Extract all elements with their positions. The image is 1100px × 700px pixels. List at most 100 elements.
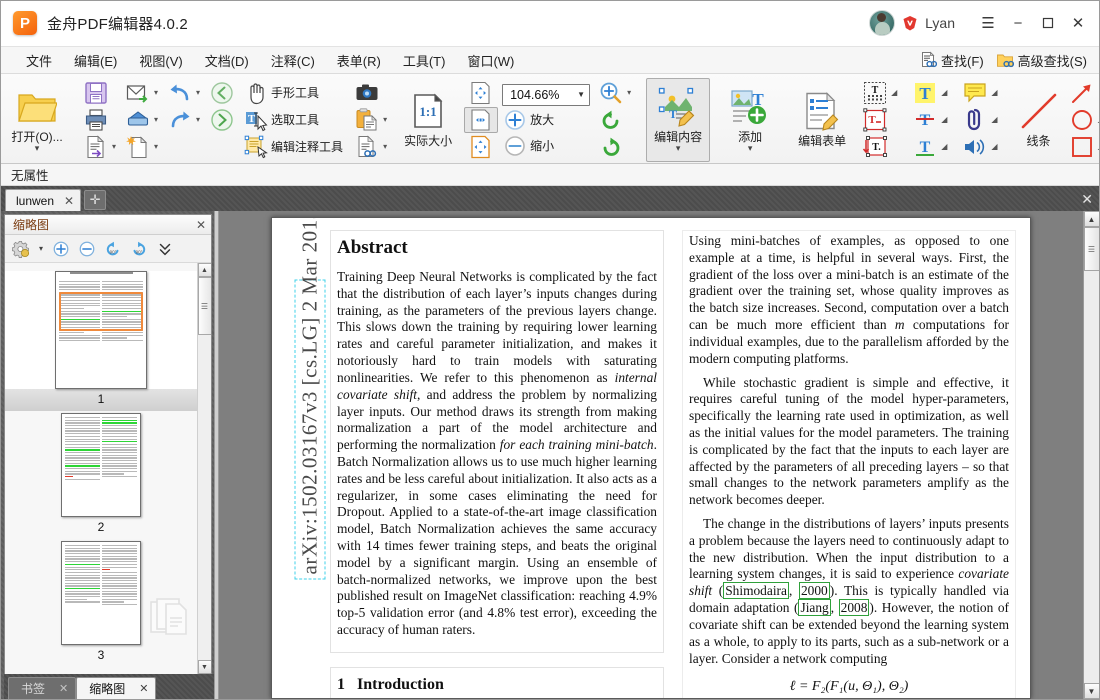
email-button[interactable]: ▾ — [121, 80, 163, 106]
menu-item-edit[interactable]: 编辑(E) — [63, 48, 128, 73]
new-document-button[interactable]: ▾ — [121, 134, 163, 160]
dock-tab-bookmarks[interactable]: 书签 ✕ — [8, 677, 77, 699]
snapshot-button[interactable] — [350, 80, 392, 106]
citation-jiang-author[interactable]: Jiang — [798, 599, 831, 617]
zoom-level-select[interactable]: 104.66% ▼ — [502, 83, 591, 106]
thumbnail-item-2[interactable]: 2 — [5, 413, 197, 539]
strikeout-caret-icon[interactable]: ◢ — [940, 115, 948, 124]
line-tool-button[interactable]: 线条 — [1013, 78, 1065, 162]
document-tab-close-icon[interactable]: ✕ — [64, 194, 74, 208]
thumbnail-rotate-left-button[interactable]: 90° — [101, 237, 125, 261]
edit-content-caret-icon[interactable]: ▾ — [676, 144, 681, 153]
highlight-caret-icon[interactable]: ◢ — [940, 88, 948, 97]
menu-item-view[interactable]: 视图(V) — [128, 48, 193, 73]
thumbnail-panel-close-icon[interactable]: ✕ — [196, 218, 206, 232]
dock-tab-thumbnails[interactable]: 缩略图 ✕ — [76, 677, 157, 699]
clipboard-caret-icon[interactable]: ▾ — [382, 115, 388, 124]
save-button[interactable] — [79, 80, 121, 106]
thumbnail-scroll-area[interactable]: 1 2 3 — [5, 263, 197, 674]
thumbnail-scroll-thumb[interactable]: ☰ — [197, 277, 211, 335]
open-button[interactable]: 打开(O)... ▾ — [5, 78, 69, 162]
right-column-block[interactable]: Using mini-batches of examples, as oppos… — [682, 230, 1016, 698]
rectangle-caret-icon[interactable]: ◢ — [1097, 142, 1099, 151]
dock-tab-close-icon[interactable]: ✕ — [59, 682, 68, 695]
export-button[interactable]: ▾ — [79, 134, 121, 160]
close-button[interactable]: ✕ — [1063, 8, 1093, 38]
pdf-page[interactable]: arXiv:1502.03167v3 [cs.LG] 2 Mar 2015 Ab… — [271, 217, 1031, 699]
hand-tool-button[interactable]: 手形工具 — [239, 80, 350, 106]
sound-caret-icon[interactable]: ◢ — [990, 142, 998, 151]
rotate-right-button[interactable] — [594, 134, 636, 160]
menu-item-file[interactable]: 文件 — [15, 48, 63, 73]
clipboard-button[interactable]: ▾ — [350, 107, 392, 133]
thumbnail-more-button[interactable] — [153, 237, 177, 261]
rotate-left-button[interactable] — [594, 107, 636, 133]
underline-caret-icon[interactable]: ◢ — [940, 142, 948, 151]
menu-item-document[interactable]: 文档(D) — [194, 48, 260, 73]
thumbnail-list[interactable]: 1 2 3 ▲ ☰ ▼ — [5, 263, 211, 674]
arxiv-identifier[interactable]: arXiv:1502.03167v3 [cs.LG] 2 Mar 2015 — [294, 218, 326, 580]
thumbnail-settings-button[interactable] — [9, 237, 33, 261]
new-tab-button[interactable]: ✛ — [84, 190, 107, 210]
thumbnail-scrollbar[interactable]: ▲ ☰ ▼ — [197, 263, 211, 674]
scan-caret-icon[interactable]: ▾ — [153, 115, 159, 124]
add-caret-icon[interactable]: ▾ — [748, 144, 753, 153]
fit-width-button[interactable] — [464, 106, 499, 133]
maximize-button[interactable] — [1033, 8, 1063, 38]
scroll-up-button[interactable]: ▲ — [1083, 211, 1099, 227]
ocr-caret-icon[interactable]: ◢ — [890, 88, 898, 97]
scan-button[interactable]: ▾ — [121, 107, 163, 133]
citation-jiang-year[interactable]: 2008 — [838, 599, 870, 617]
fit-visible-button[interactable] — [464, 134, 498, 160]
edit-content-button[interactable]: T 编辑内容 ▾ — [646, 77, 711, 162]
redo-button[interactable]: ▾ — [163, 107, 205, 133]
rectangle-tool-button[interactable]: ◢ — [1065, 134, 1099, 160]
undo-caret-icon[interactable]: ▾ — [195, 88, 201, 97]
arrow-tool-button[interactable] — [1065, 80, 1099, 106]
thumbnail-rotate-right-button[interactable]: 90° — [127, 237, 151, 261]
fit-page-button[interactable] — [464, 80, 498, 106]
window-menu-button[interactable]: ☰ — [973, 8, 1003, 38]
thumbnail-zoom-in-button[interactable] — [49, 237, 73, 261]
edit-comment-tool-button[interactable]: 编辑注释工具 — [239, 134, 350, 160]
menu-item-tools[interactable]: 工具(T) — [392, 48, 457, 73]
scroll-thumb[interactable]: ☰ — [1083, 227, 1099, 271]
thumbnail-scroll-up-button[interactable]: ▲ — [197, 263, 211, 277]
underline-text-button[interactable]: T ◢ — [908, 134, 952, 160]
print-button[interactable] — [79, 107, 121, 133]
previous-view-button[interactable] — [205, 80, 239, 106]
thumbnail-settings-caret-icon[interactable]: ▾ — [35, 237, 47, 261]
thumbnail-scroll-down-button[interactable]: ▼ — [197, 660, 211, 674]
magnifier-caret-icon[interactable]: ▾ — [626, 88, 632, 97]
abstract-block[interactable]: Abstract Training Deep Neural Networks i… — [330, 230, 664, 653]
search-doc-button[interactable]: ▾ — [350, 134, 392, 160]
introduction-block[interactable]: 1Introduction Deep learning has dramatic… — [330, 666, 664, 698]
avatar[interactable] — [869, 10, 896, 36]
text-insert-button[interactable]: T. — [858, 134, 902, 160]
minimize-button[interactable]: − — [1003, 8, 1033, 38]
thumbnail-item-1[interactable]: 1 — [5, 271, 197, 411]
open-dropdown-caret-icon[interactable]: ▾ — [35, 144, 40, 153]
scroll-track[interactable]: ☰ — [1083, 227, 1099, 683]
ellipse-caret-icon[interactable]: ◢ — [1097, 115, 1099, 124]
sticky-note-button[interactable]: ◢ — [958, 80, 1002, 106]
user-area[interactable]: Lyan — [869, 10, 955, 36]
highlight-text-button[interactable]: T ◢ — [908, 80, 952, 106]
page-canvas[interactable]: arXiv:1502.03167v3 [cs.LG] 2 Mar 2015 Ab… — [219, 211, 1083, 699]
select-tool-button[interactable]: T 选取工具 — [239, 107, 350, 133]
citation-shimodaira-author[interactable]: Shimodaira — [723, 582, 789, 600]
sound-annotation-button[interactable]: ◢ — [958, 134, 1002, 160]
export-caret-icon[interactable]: ▾ — [111, 142, 117, 151]
search-doc-caret-icon[interactable]: ▾ — [382, 142, 388, 151]
menu-item-comment[interactable]: 注释(C) — [260, 48, 326, 73]
edit-form-button[interactable]: 编辑表单 — [790, 78, 854, 162]
document-tab-lunwen[interactable]: lunwen ✕ — [5, 189, 82, 211]
attachment-button[interactable]: ◢ — [958, 107, 1002, 133]
thumbnail-scroll-track[interactable]: ☰ — [197, 277, 211, 660]
email-caret-icon[interactable]: ▾ — [153, 88, 159, 97]
undo-button[interactable]: ▾ — [163, 80, 205, 106]
next-view-button[interactable] — [205, 107, 239, 133]
user-name[interactable]: Lyan — [925, 15, 955, 31]
ellipse-tool-button[interactable]: ◢ — [1065, 107, 1099, 133]
ocr-recognize-button[interactable]: T ◢ — [858, 80, 902, 106]
